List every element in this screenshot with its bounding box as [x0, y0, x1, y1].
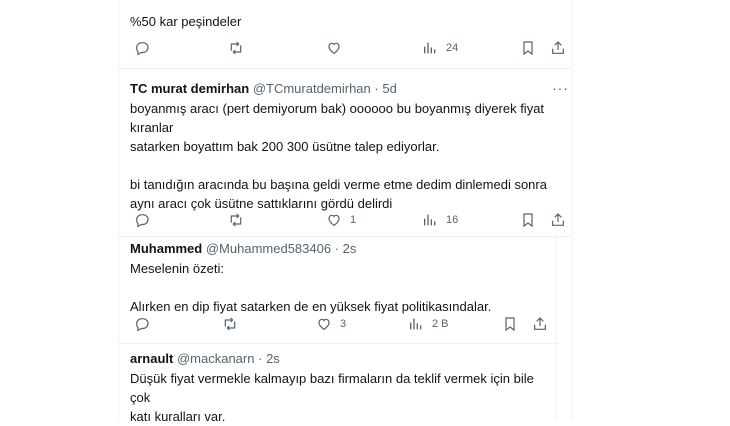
- like-button[interactable]: 3: [316, 314, 346, 334]
- share-icon: [534, 317, 546, 330]
- views-count: 16: [446, 214, 459, 226]
- like-count: 1: [350, 214, 357, 226]
- tweet[interactable]: %50 kar peşindeler: [130, 12, 570, 31]
- tweet-actions: 24: [130, 38, 570, 58]
- share-button[interactable]: [550, 38, 566, 58]
- divider: [118, 236, 573, 237]
- reply-button[interactable]: [134, 314, 158, 334]
- separator: ·: [258, 351, 263, 366]
- like-icon: [328, 214, 340, 227]
- more-icon[interactable]: ···: [552, 80, 569, 96]
- reply-button[interactable]: [134, 210, 158, 230]
- bookmark-button[interactable]: [520, 210, 536, 230]
- retweet-button[interactable]: [228, 210, 252, 230]
- retweet-icon: [230, 213, 242, 227]
- share-icon: [552, 41, 564, 54]
- tweet-text: Düşük fiyat vermekle kalmayıp bazı firma…: [130, 371, 534, 424]
- share-button[interactable]: [532, 314, 548, 334]
- like-icon: [328, 42, 340, 55]
- bookmark-button[interactable]: [520, 38, 536, 58]
- divider: [118, 343, 558, 344]
- tweet-header: arnault @mackanarn · 2s: [130, 350, 550, 368]
- views-icon: [424, 42, 436, 54]
- bookmark-icon: [523, 213, 533, 228]
- column-border-left: [118, 0, 119, 420]
- reply-icon: [136, 214, 149, 228]
- tweet-text: %50 kar peşindeler: [130, 14, 242, 29]
- share-button[interactable]: [550, 210, 566, 230]
- retweet-icon: [230, 41, 242, 55]
- views-count: 2 B: [432, 318, 449, 330]
- author-handle[interactable]: @TCmuratdemirhan: [253, 81, 371, 96]
- tweet[interactable]: arnault @mackanarn · 2s Düşük fiyat verm…: [130, 350, 550, 426]
- tweet-header: TC murat demirhan @TCmuratdemirhan · 5d: [130, 80, 570, 98]
- author-handle[interactable]: @Muhammed583406: [206, 241, 331, 256]
- reply-button[interactable]: [134, 38, 158, 58]
- column-border-right: [572, 0, 573, 420]
- like-button[interactable]: [326, 38, 350, 58]
- like-count: 3: [340, 318, 347, 330]
- author-name[interactable]: TC murat demirhan: [130, 81, 249, 96]
- separator: ·: [334, 241, 340, 256]
- reply-icon: [136, 318, 149, 332]
- bookmark-button[interactable]: [502, 314, 518, 334]
- views-icon: [410, 318, 422, 330]
- tweet-actions: 3 2 B: [130, 314, 570, 334]
- tweet-time[interactable]: 2s: [343, 241, 357, 256]
- views-button[interactable]: 2 B: [408, 314, 449, 334]
- share-icon: [552, 213, 564, 226]
- views-count: 24: [446, 42, 459, 54]
- tweet-header: Muhammed @Muhammed583406 · 2s: [130, 240, 550, 258]
- tweet-text: boyanmış aracı (pert demiyorum bak) oooo…: [130, 101, 547, 211]
- bookmark-icon: [505, 317, 515, 332]
- tweet-time[interactable]: 2s: [266, 351, 280, 366]
- author-name[interactable]: Muhammed: [130, 241, 202, 256]
- author-handle[interactable]: @mackanarn: [177, 351, 255, 366]
- tweet-actions: 1 16: [130, 210, 570, 230]
- like-icon: [318, 318, 330, 331]
- retweet-button[interactable]: [222, 314, 246, 334]
- divider: [118, 68, 573, 69]
- retweet-button[interactable]: [228, 38, 252, 58]
- views-icon: [424, 214, 436, 226]
- retweet-icon: [224, 317, 236, 331]
- tweet[interactable]: Muhammed @Muhammed583406 · 2s Meselenin …: [130, 240, 550, 316]
- bookmark-icon: [523, 41, 533, 56]
- tweet-text: Meselenin özeti: Alırken en dip fiyat sa…: [130, 261, 492, 314]
- separator: ·: [374, 81, 379, 96]
- reply-icon: [136, 42, 149, 56]
- author-name[interactable]: arnault: [130, 351, 173, 366]
- views-button[interactable]: 16: [422, 210, 458, 230]
- views-button[interactable]: 24: [422, 38, 458, 58]
- tweet-time[interactable]: 5d: [382, 81, 396, 96]
- like-button[interactable]: 1: [326, 210, 356, 230]
- tweet[interactable]: TC murat demirhan @TCmuratdemirhan · 5d …: [130, 80, 570, 213]
